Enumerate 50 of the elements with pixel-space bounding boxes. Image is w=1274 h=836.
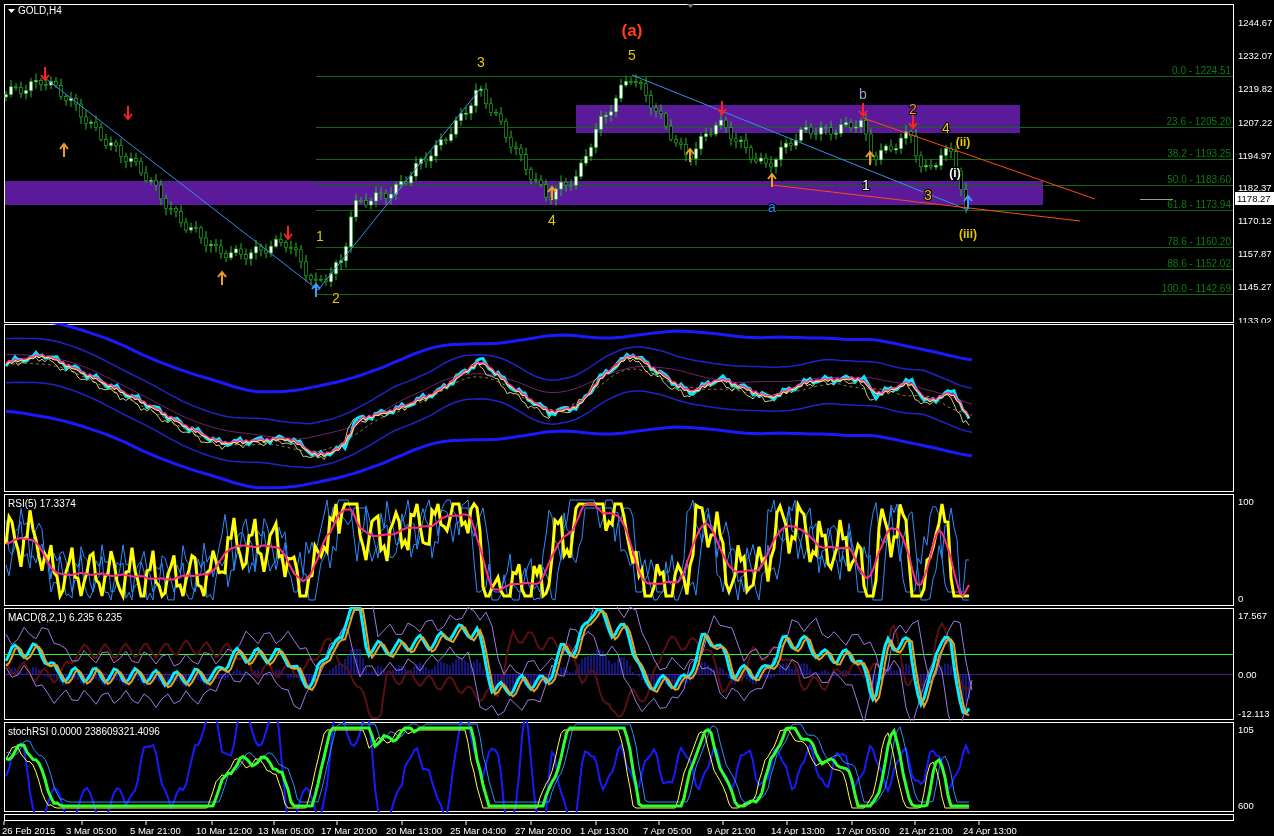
fib-level-label: 78.6 - 1160.20 [1167, 236, 1231, 247]
indicator-axis-label: 17.567 [1238, 610, 1268, 621]
price-axis-label: 1182.37 [1238, 182, 1272, 193]
wave-label: (iii) [959, 227, 977, 241]
price-axis-label: 1194.97 [1238, 150, 1272, 161]
fib-level-label: 88.6 - 1152.02 [1167, 258, 1231, 269]
price-axis-label: 1145.27 [1238, 281, 1272, 292]
indicator-axis-label: 600 [1238, 800, 1254, 811]
wave-label: 5 [628, 47, 636, 63]
time-axis-label: 3 Mar 05:00 [66, 825, 117, 835]
fib-level-label: 0.0 - 1224.51 [1172, 65, 1231, 76]
time-axis-label: 5 Mar 21:00 [130, 825, 181, 835]
time-axis-label: 10 Mar 12:00 [196, 825, 252, 835]
fib-level-label: 100.0 - 1142.69 [1161, 283, 1231, 294]
wave-label: (a) [621, 21, 643, 40]
fib-level-label: 61.8 - 1173.94 [1167, 199, 1231, 210]
price-axis-label: 1170.12 [1238, 215, 1272, 226]
wave-label: (ii) [955, 135, 971, 149]
chart-title: GOLD,H4 [18, 5, 62, 16]
price-axis-label: 1219.82 [1238, 83, 1273, 94]
time-axis-label: 25 Mar 04:00 [450, 825, 506, 835]
indicator-axis-label: 0.00 [1238, 669, 1257, 680]
time-axis-label: 13 Mar 05:00 [258, 825, 314, 835]
wave-label: 2 [332, 290, 340, 306]
wave-label: 4 [548, 212, 556, 228]
time-axis-label: 27 Mar 20:00 [515, 825, 571, 835]
price-axis-label: 1244.67 [1238, 17, 1273, 28]
indicator-axis-label: 100 [1238, 496, 1254, 507]
current-price-label: 1178.27 [1235, 192, 1274, 205]
indicator-label: MACD(8,2,1) 6.235 6.235 [8, 612, 122, 623]
indicator-axis-label: -12.113 [1238, 708, 1270, 719]
wave-label: 2 [909, 101, 917, 117]
wave-label: (i) [949, 166, 961, 180]
wave-label: 3 [924, 187, 932, 203]
price-axis-label: 1157.87 [1238, 248, 1272, 259]
indicator-axis-label: 0 [1238, 593, 1244, 604]
time-axis-label: 20 Mar 13:00 [386, 825, 442, 835]
fib-level-label: 50.0 - 1183.60 [1167, 174, 1231, 185]
wave-label: 1 [316, 228, 324, 244]
fib-level-label: 23.6 - 1205.20 [1166, 116, 1231, 127]
indicator-label: stochRSI 0.0000 238609321.4096 [8, 726, 160, 737]
price-axis-label: 1207.22 [1238, 117, 1273, 128]
wave-label: 3 [477, 54, 485, 70]
fib-level-label: 38.2 - 1193.25 [1167, 148, 1231, 159]
time-axis-label: 17 Mar 20:00 [321, 825, 377, 835]
wave-label: b [859, 86, 867, 102]
price-axis-label: 1232.07 [1238, 50, 1273, 61]
time-axis-label: 26 Feb 2015 [2, 825, 56, 835]
indicator-axis-label: 105 [1238, 724, 1254, 735]
indicator-label: RSI(5) 17.3374 [8, 498, 76, 509]
